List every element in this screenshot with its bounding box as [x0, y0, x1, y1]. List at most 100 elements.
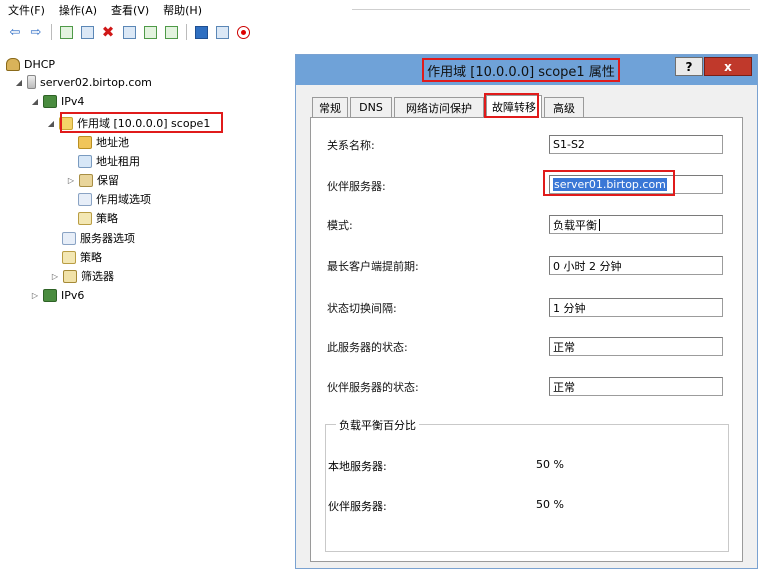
back-icon[interactable]: ⇦ [6, 23, 24, 41]
tree-node-label: 地址池 [96, 136, 129, 149]
toolbar-separator [51, 24, 52, 40]
tree-node-ipv6[interactable]: ▷ IPv6 [30, 286, 84, 304]
partner-server-highlight-box [543, 170, 675, 196]
dialog-title: 作用域 [10.0.0.0] scope1 属性 [422, 58, 620, 82]
mclt-field: 0 小时 2 分钟 [549, 256, 723, 275]
tree-node-label: IPv4 [61, 94, 85, 108]
tree-node-label: 保留 [97, 174, 119, 187]
reservations-icon [79, 173, 93, 187]
partner-server-state-field: 正常 [549, 377, 723, 396]
load-balance-group: 负载平衡百分比 本地服务器: 50 % 伙伴服务器: 50 % [325, 417, 729, 552]
load-balance-title: 负载平衡百分比 [336, 417, 419, 433]
tree-node-label: 筛选器 [81, 270, 114, 283]
tree-node-label: 地址租用 [96, 155, 140, 168]
tree-node-label: DHCP [24, 57, 56, 71]
expand-arrow-icon[interactable]: ▷ [66, 176, 76, 185]
mode-value: 负载平衡 [553, 218, 597, 232]
local-server-percent: 50 % [536, 458, 564, 471]
expand-arrow-icon[interactable]: ▷ [30, 291, 40, 300]
tree-node-ipv4[interactable]: ◢ IPv4 [30, 92, 84, 110]
close-button[interactable]: x [704, 57, 752, 76]
failover-panel: 关系名称: S1-S2 伙伴服务器: server01.birtop.com 模… [310, 117, 743, 562]
toolbar: ⇦ ⇨ ✖ [0, 20, 295, 44]
menu-action[interactable]: 操作(A) [59, 2, 97, 18]
tree-node-policies[interactable]: 策略 [62, 248, 102, 266]
policies-icon [62, 250, 76, 264]
menu-bar: 文件(F) 操作(A) 查看(V) 帮助(H) [0, 0, 758, 20]
tree-node-label: IPv6 [61, 288, 85, 302]
help-icon[interactable] [192, 23, 210, 41]
export-icon[interactable] [162, 23, 180, 41]
text-cursor [599, 218, 600, 231]
this-server-state-field: 正常 [549, 337, 723, 356]
tree-node-filters[interactable]: ▷ 筛选器 [50, 267, 114, 285]
delete-icon[interactable]: ✖ [99, 23, 117, 41]
partner-server-percent-label: 伙伴服务器: [328, 500, 387, 513]
collapse-arrow-icon[interactable]: ◢ [30, 97, 40, 106]
mode-label: 模式: [327, 219, 353, 232]
tree-node-scope-policies[interactable]: 策略 [78, 209, 118, 227]
tree-node-label: 策略 [96, 212, 118, 225]
server-icon [27, 75, 36, 89]
menu-divider [352, 9, 750, 10]
relationship-value: S1-S2 [553, 138, 585, 151]
record-icon[interactable] [234, 23, 252, 41]
console-icon[interactable] [213, 23, 231, 41]
filters-icon [63, 269, 77, 283]
mode-field[interactable]: 负载平衡 [549, 215, 723, 234]
help-button[interactable]: ? [675, 57, 703, 76]
partner-server-label: 伙伴服务器: [327, 180, 386, 193]
ipv4-icon [43, 94, 57, 108]
collapse-arrow-icon[interactable]: ◢ [14, 78, 24, 87]
properties-icon[interactable] [120, 23, 138, 41]
tab-nap[interactable]: 网络访问保护 [394, 97, 484, 117]
dhcp-icon [6, 57, 20, 71]
dialog-title-bar[interactable]: 作用域 [10.0.0.0] scope1 属性 ? x [296, 55, 757, 85]
tree-node-reservations[interactable]: ▷ 保留 [66, 171, 119, 189]
relationship-label: 关系名称: [327, 139, 375, 152]
expand-arrow-icon[interactable]: ▷ [50, 272, 60, 281]
this-server-state-value: 正常 [553, 340, 575, 354]
address-pool-icon [78, 135, 92, 149]
failover-tab-highlight-box [484, 93, 539, 118]
tree-node-server[interactable]: ◢ server02.birtop.com [14, 73, 152, 91]
tree-node-server-options[interactable]: 服务器选项 [62, 229, 135, 247]
switchover-field: 1 分钟 [549, 298, 723, 317]
tree-node-address-leases[interactable]: 地址租用 [78, 152, 140, 170]
show-hide-tree-icon[interactable] [78, 23, 96, 41]
menu-file[interactable]: 文件(F) [8, 2, 45, 18]
tree-node-label: server02.birtop.com [40, 75, 152, 89]
server-options-icon [62, 231, 76, 245]
collapse-arrow-icon[interactable]: ◢ [46, 119, 56, 128]
tree-node-dhcp[interactable]: DHCP [6, 55, 55, 73]
partner-server-percent: 50 % [536, 498, 564, 511]
tab-advanced[interactable]: 高级 [544, 97, 584, 117]
toolbar-separator [186, 24, 187, 40]
partner-server-state-label: 伙伴服务器的状态: [327, 381, 419, 394]
partner-server-state-value: 正常 [553, 380, 575, 394]
mclt-label: 最长客户端提前期: [327, 260, 419, 273]
tree-node-scope-options[interactable]: 作用域选项 [78, 190, 151, 208]
tree-node-address-pool[interactable]: 地址池 [78, 133, 129, 151]
forward-icon[interactable]: ⇨ [27, 23, 45, 41]
scope-properties-dialog: 作用域 [10.0.0.0] scope1 属性 ? x 常规 DNS 网络访问… [295, 54, 758, 569]
tab-general[interactable]: 常规 [312, 97, 348, 117]
tab-dns[interactable]: DNS [350, 97, 392, 117]
switchover-value: 1 分钟 [553, 301, 586, 315]
policies-icon [78, 211, 92, 225]
menu-help[interactable]: 帮助(H) [163, 2, 202, 18]
tree-node-label: 服务器选项 [80, 232, 135, 245]
relationship-field: S1-S2 [549, 135, 723, 154]
mclt-value: 0 小时 2 分钟 [553, 259, 622, 273]
scope-highlight-box [60, 112, 223, 133]
up-folder-icon[interactable] [57, 23, 75, 41]
scope-options-icon [78, 192, 92, 206]
ipv6-icon [43, 288, 57, 302]
local-server-label: 本地服务器: [328, 460, 387, 473]
this-server-state-label: 此服务器的状态: [327, 341, 408, 354]
switchover-label: 状态切换间隔: [327, 302, 397, 315]
menu-view[interactable]: 查看(V) [111, 2, 149, 18]
refresh-icon[interactable] [141, 23, 159, 41]
tree-node-label: 策略 [80, 251, 102, 264]
address-leases-icon [78, 154, 92, 168]
